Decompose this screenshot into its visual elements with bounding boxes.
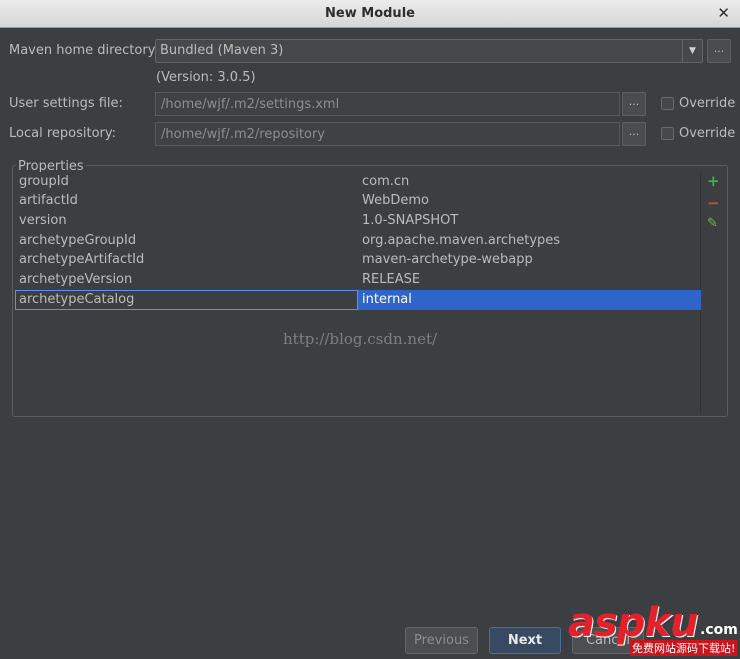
repo-override-label: Override (679, 126, 736, 141)
property-key: artifactId (19, 193, 78, 208)
properties-toolbar: + − ✎ (702, 172, 726, 414)
logo-subtitle: 免费网站源码下载站! (630, 640, 738, 656)
property-value: com.cn (362, 174, 410, 189)
property-value: org.apache.maven.archetypes (362, 233, 561, 248)
property-key: version (19, 213, 67, 228)
property-value: 1.0-SNAPSHOT (362, 213, 459, 228)
table-row[interactable]: groupId com.cn (15, 172, 701, 192)
property-key: archetypeArtifactId (19, 252, 145, 267)
add-icon[interactable]: + (707, 172, 720, 190)
table-row-selected[interactable]: archetypeCatalog internal (15, 290, 701, 310)
maven-home-value: Bundled (Maven 3) (160, 43, 284, 58)
local-repo-label: Local repository: (9, 126, 116, 141)
settings-override-checkbox[interactable] (661, 97, 674, 110)
property-key: groupId (19, 174, 69, 189)
property-value: RELEASE (362, 272, 421, 287)
property-key: archetypeCatalog (19, 292, 135, 307)
table-row[interactable]: archetypeGroupId org.apache.maven.archet… (15, 231, 701, 251)
property-value: internal (362, 292, 412, 307)
maven-home-combo[interactable]: Bundled (Maven 3) ▼ (155, 39, 703, 63)
maven-home-browse-button[interactable]: ... (707, 39, 731, 63)
settings-file-value: /home/wjf/.m2/settings.xml (161, 97, 340, 112)
remove-icon[interactable]: − (707, 194, 720, 212)
next-button[interactable]: Next (489, 627, 561, 654)
close-icon[interactable]: ✕ (717, 4, 730, 22)
property-value: maven-archetype-webapp (362, 252, 533, 267)
window-title: New Module (325, 6, 415, 21)
repo-browse-button[interactable]: ... (622, 122, 646, 146)
edit-icon[interactable]: ✎ (707, 216, 718, 231)
table-row[interactable]: archetypeArtifactId maven-archetype-weba… (15, 250, 701, 270)
table-row[interactable]: archetypeVersion RELEASE (15, 270, 701, 290)
property-key: archetypeVersion (19, 272, 133, 287)
local-repo-value: /home/wjf/.m2/repository (161, 127, 325, 142)
watermark-text: http://blog.csdn.net/ (283, 330, 438, 348)
settings-file-field[interactable]: /home/wjf/.m2/settings.xml (155, 92, 620, 116)
properties-table[interactable]: groupId com.cn artifactId WebDemo versio… (15, 172, 701, 414)
settings-file-label: User settings file: (9, 96, 123, 111)
previous-button[interactable]: Previous (405, 627, 478, 654)
chevron-down-icon[interactable]: ▼ (682, 40, 702, 62)
settings-override-label: Override (679, 96, 736, 111)
property-key: archetypeGroupId (19, 233, 137, 248)
table-row[interactable]: artifactId WebDemo (15, 191, 701, 211)
local-repo-field[interactable]: /home/wjf/.m2/repository (155, 122, 620, 146)
logo-suffix: .com (700, 622, 738, 638)
maven-version-text: (Version: 3.0.5) (156, 70, 256, 85)
maven-home-label: Maven home directory: (9, 43, 159, 58)
settings-browse-button[interactable]: ... (622, 92, 646, 116)
property-value: WebDemo (362, 193, 429, 208)
table-row[interactable]: version 1.0-SNAPSHOT (15, 211, 701, 231)
site-logo: aspku .com 免费网站源码下载站! (568, 600, 740, 659)
title-bar: New Module ✕ (0, 0, 740, 28)
property-key-editor[interactable]: archetypeCatalog (15, 290, 358, 310)
repo-override-checkbox[interactable] (661, 127, 674, 140)
